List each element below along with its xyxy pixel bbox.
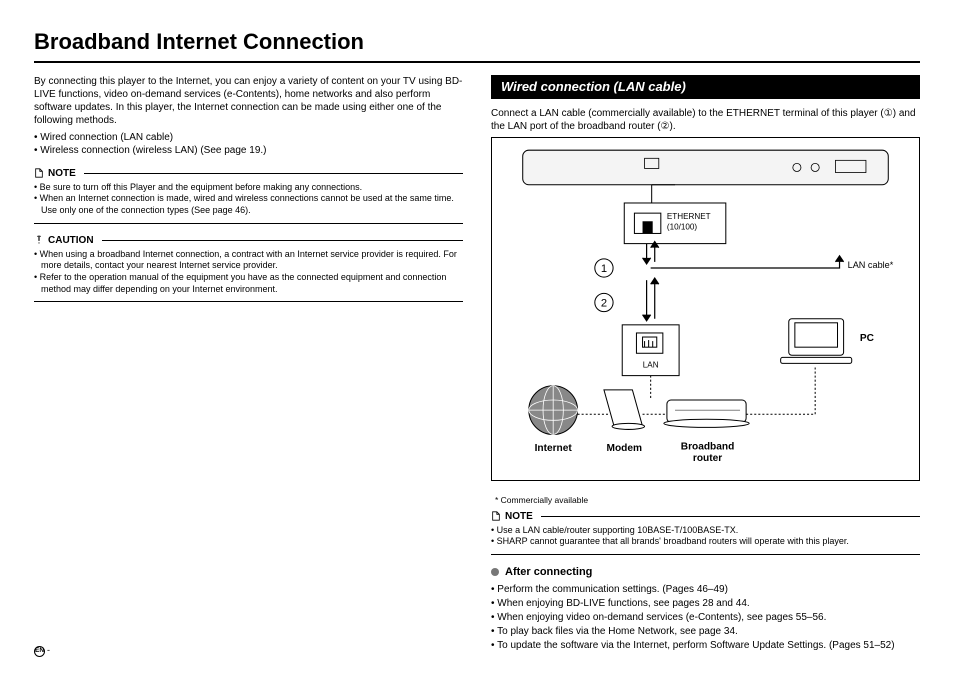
divider [34,301,463,302]
ethernet-label: ETHERNET [667,213,711,222]
right-column: Wired connection (LAN cable) Connect a L… [491,75,920,654]
page-footer: EN - [34,645,50,657]
internet-label: Internet [535,443,573,454]
pc-label: PC [860,334,875,345]
note-label: NOTE [505,510,533,523]
caution-icon [34,235,44,245]
lan-port-label: LAN [643,361,659,370]
note-icon [491,511,501,521]
list-item: When using a broadband Internet connecti… [41,249,463,272]
note-label: NOTE [48,167,76,180]
list-item: Refer to the operation manual of the equ… [41,272,463,295]
section-intro: Connect a LAN cable (commercially availa… [491,107,920,133]
language-badge: EN [34,646,45,657]
intro-text: By connecting this player to the Interne… [34,75,463,127]
page-title: Broadband Internet Connection [34,28,920,57]
svg-text:(10/100): (10/100) [667,223,698,232]
note-list: Be sure to turn off this Player and the … [34,182,463,217]
pc-icon [781,319,852,364]
internet-globe-icon [529,386,578,435]
note-list: Use a LAN cable/router supporting 10BASE… [491,525,920,548]
router-label-1: Broadband [681,442,735,453]
section-header: Wired connection (LAN cable) [491,75,920,100]
caution-list: When using a broadband Internet connecti… [34,249,463,296]
ethernet-port-icon: ETHERNET (10/100) [624,185,726,244]
router-icon [664,400,749,427]
list-item: When an Internet connection is made, wir… [41,193,463,216]
diagram-footnote: * Commercially available [495,495,920,506]
bullet-icon [491,568,499,576]
marker-2-label: 2 [601,298,607,310]
router-label-2: router [693,453,722,464]
note-rule [84,173,463,174]
list-item: SHARP cannot guarantee that all brands' … [498,536,920,548]
list-item: Wireless connection (wireless LAN) (See … [34,144,463,157]
list-item: Wired connection (LAN cable) [34,131,463,144]
left-column: By connecting this player to the Interne… [34,75,463,654]
list-item: When enjoying BD-LIVE functions, see pag… [499,597,920,610]
player-device-icon [523,151,889,186]
methods-list: Wired connection (LAN cable) Wireless co… [34,131,463,157]
after-connecting-heading: After connecting [491,565,920,579]
note-heading: NOTE [34,167,463,180]
list-item: To update the software via the Internet,… [499,639,920,652]
divider [34,223,463,224]
lan-cable-path [643,242,844,268]
list-item: Be sure to turn off this Player and the … [41,182,463,194]
title-rule [34,61,920,63]
note-rule [541,516,920,517]
connection-diagram: ETHERNET (10/100) 1 LAN cable* 2 [491,137,920,480]
content-columns: By connecting this player to the Interne… [34,75,920,654]
page-separator: - [47,645,50,657]
divider [491,554,920,555]
marker-1-label: 1 [601,264,607,276]
lan-port-icon: LAN [622,325,679,376]
modem-icon [604,390,645,430]
after-connecting-label: After connecting [505,565,592,579]
caution-heading: CAUTION [34,234,463,247]
after-connecting-list: Perform the communication settings. (Pag… [491,583,920,652]
arrow-2-icon [643,279,659,322]
list-item: When enjoying video on-demand services (… [499,611,920,624]
list-item: Use a LAN cable/router supporting 10BASE… [498,525,920,537]
lan-cable-label: LAN cable* [848,260,894,270]
note-icon [34,168,44,178]
list-item: To play back files via the Home Network,… [499,625,920,638]
caution-label: CAUTION [48,234,94,247]
list-item: Perform the communication settings. (Pag… [499,583,920,596]
caution-rule [102,240,463,241]
note-heading: NOTE [491,510,920,523]
modem-label: Modem [607,443,643,454]
